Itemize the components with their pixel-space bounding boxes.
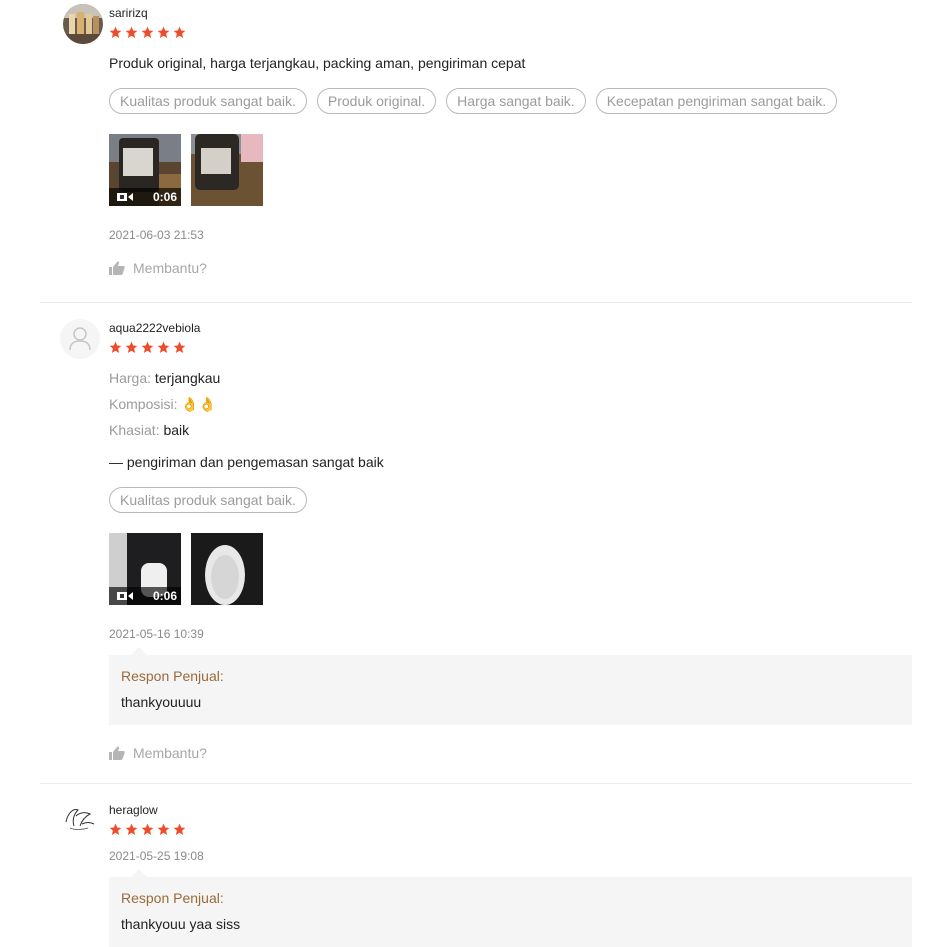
- attribute-value: baik: [163, 422, 190, 438]
- video-overlay: 0:06: [109, 188, 181, 206]
- attribute-value: 👌👌: [181, 396, 217, 412]
- video-duration: 0:06: [152, 589, 177, 603]
- review-tag: Kualitas produk sangat baik.: [109, 487, 307, 513]
- image-thumbnail[interactable]: [191, 533, 263, 605]
- attribute-value: terjangkau: [154, 370, 221, 386]
- review-comment: Produk original, harga terjangkau, packi…: [109, 55, 526, 71]
- brand-logo-icon: [65, 809, 95, 830]
- star-icon: [125, 341, 138, 354]
- attribute-key: Harga:: [109, 370, 152, 386]
- star-icon: [173, 341, 186, 354]
- avatar[interactable]: [60, 798, 100, 838]
- reviewer-username: aqua2222vebiola: [109, 321, 201, 335]
- reviewer-username: heraglow: [109, 803, 158, 817]
- helpful-button[interactable]: Membantu?: [109, 745, 912, 761]
- video-camera-icon: [117, 193, 133, 201]
- review-timestamp: 2021-06-03 21:53: [109, 228, 204, 242]
- avatar[interactable]: [63, 4, 103, 44]
- review-media: 0:06: [109, 533, 912, 605]
- review-tags: Kualitas produk sangat baik.: [109, 487, 912, 513]
- star-rating: [109, 823, 912, 839]
- seller-response-text: thankyouu yaa siss: [121, 916, 241, 932]
- helpful-button[interactable]: Membantu?: [109, 260, 912, 276]
- attribute-key: Komposisi:: [109, 396, 178, 412]
- star-icon: [141, 341, 154, 354]
- review-attribute: Komposisi: 👌👌: [109, 395, 912, 413]
- default-user-icon: [69, 327, 91, 351]
- review-attribute: Khasiat: baik: [109, 421, 912, 439]
- seller-response: Respon Penjual: thankyouu yaa siss: [109, 869, 912, 947]
- star-icon: [125, 26, 138, 39]
- video-overlay: 0:06: [109, 587, 181, 605]
- review-attribute: Harga: terjangkau: [109, 369, 912, 387]
- star-icon: [109, 823, 122, 836]
- star-rating: [109, 341, 912, 357]
- review-tag: Harga sangat baik.: [446, 88, 586, 114]
- star-icon: [109, 341, 122, 354]
- thumbs-up-icon: [109, 746, 125, 760]
- review-tag: Produk original.: [316, 88, 437, 114]
- seller-response-title: Respon Penjual:: [121, 668, 224, 684]
- attribute-key: Khasiat:: [109, 422, 160, 438]
- star-icon: [109, 26, 122, 39]
- star-icon: [157, 341, 170, 354]
- reviewer-username: saririzq: [109, 6, 148, 20]
- star-icon: [141, 823, 154, 836]
- star-icon: [125, 823, 138, 836]
- star-icon: [173, 26, 186, 39]
- review-item: saririzq Produk original, harga terjangk…: [40, 0, 912, 303]
- review-tag: Kualitas produk sangat baik.: [109, 88, 307, 114]
- seller-response: Respon Penjual: thankyouuuu: [109, 647, 912, 725]
- star-icon: [157, 823, 170, 836]
- thumbs-up-icon: [109, 261, 125, 275]
- star-icon: [173, 823, 186, 836]
- review-media: 0:06: [109, 134, 912, 206]
- star-rating: [109, 26, 912, 42]
- review-comment: — pengiriman dan pengemasan sangat baik: [109, 454, 384, 470]
- review-item: heraglow 2021-05-25 19:08 Respon Penjual…: [40, 784, 912, 947]
- review-item: aqua2222vebiola Harga: terjangkau Kompos…: [40, 303, 912, 784]
- review-tags: Kualitas produk sangat baik. Produk orig…: [109, 88, 912, 114]
- image-thumbnail[interactable]: [191, 134, 263, 206]
- video-thumbnail[interactable]: 0:06: [109, 134, 181, 206]
- review-tag: Kecepatan pengiriman sangat baik.: [595, 88, 838, 114]
- video-duration: 0:06: [152, 190, 177, 204]
- review-timestamp: 2021-05-25 19:08: [109, 849, 204, 863]
- video-thumbnail[interactable]: 0:06: [109, 533, 181, 605]
- star-icon: [141, 26, 154, 39]
- helpful-label: Membantu?: [133, 260, 207, 276]
- seller-response-title: Respon Penjual:: [121, 890, 224, 906]
- avatar[interactable]: [60, 319, 100, 359]
- seller-response-text: thankyouuuu: [121, 694, 202, 710]
- video-camera-icon: [117, 592, 133, 600]
- helpful-label: Membantu?: [133, 745, 207, 761]
- review-timestamp: 2021-05-16 10:39: [109, 627, 204, 641]
- star-icon: [157, 26, 170, 39]
